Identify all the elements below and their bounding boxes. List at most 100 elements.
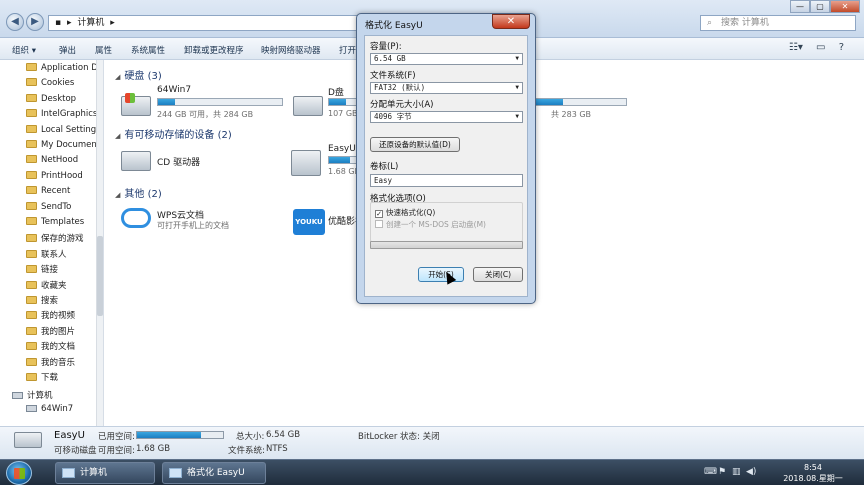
view-icon[interactable]: ☷▾	[789, 42, 803, 53]
network-icon[interactable]: ▥	[732, 467, 741, 477]
system-drive-icon[interactable]	[121, 93, 151, 116]
fs-label: 文件系统(F)	[370, 71, 416, 81]
minimize-button[interactable]: —	[790, 0, 810, 13]
address-field[interactable]: ▪ ▸ 计算机 ▸	[48, 15, 358, 31]
alloc-label: 分配单元大小(A)	[370, 100, 434, 110]
search-input[interactable]: ⌕ 搜索 计算机	[700, 15, 856, 31]
sidebar-item[interactable]: 链接	[26, 263, 58, 277]
sidebar-item[interactable]: 我的文档	[26, 340, 75, 354]
organize-menu[interactable]: 组织 ▾	[12, 44, 36, 56]
drive-icon[interactable]	[293, 96, 323, 116]
folder-icon	[26, 296, 37, 304]
details-type: 可移动磁盘	[54, 446, 97, 456]
folder-icon	[26, 373, 37, 381]
close-dialog-button[interactable]: 关闭(C)	[473, 267, 523, 282]
sidebar-item[interactable]: Recent	[26, 186, 70, 200]
sidebar-item[interactable]: Desktop	[26, 94, 76, 108]
fs-select[interactable]: FAT32 (默认) ▼	[370, 82, 523, 94]
youku-logo-icon[interactable]: YOUKU	[293, 209, 325, 235]
folder-icon	[26, 311, 37, 319]
fs-value: NTFS	[266, 444, 288, 454]
task-computer[interactable]: 计算机	[55, 462, 155, 484]
drive-name[interactable]: CD 驱动器	[157, 155, 200, 168]
folder-icon	[26, 63, 37, 71]
cd-drive-icon[interactable]	[121, 151, 151, 171]
sidebar-item[interactable]: SendTo	[26, 202, 71, 216]
sidebar-item[interactable]: 保存的游戏	[26, 232, 84, 246]
details-usage-bar	[136, 431, 224, 439]
sidebar-item[interactable]: 搜索	[26, 294, 58, 308]
open-button[interactable]: 打开	[339, 44, 356, 56]
usb-drive-icon	[169, 468, 182, 478]
sidebar-item[interactable]: My Document	[26, 140, 100, 154]
msdos-checkbox: 创建一个 MS-DOS 启动盘(M)	[375, 219, 486, 230]
drive-usage-bar	[328, 156, 358, 164]
system-properties-button[interactable]: 系统属性	[131, 44, 165, 56]
quick-format-checkbox[interactable]: ✓ 快速格式化(Q)	[375, 207, 435, 218]
sidebar-item[interactable]: 我的音乐	[26, 356, 75, 370]
sidebar-item-drive[interactable]: 64Win7	[26, 404, 73, 418]
drive-usage-bar	[328, 98, 358, 106]
volume-icon[interactable]: ◀)	[746, 467, 756, 477]
folder-icon	[26, 94, 37, 102]
computer-icon	[12, 392, 23, 399]
alloc-select[interactable]: 4096 字节 ▼	[370, 111, 523, 123]
start-format-button[interactable]: 开始(S)	[418, 267, 464, 282]
breadcrumb-computer[interactable]: 计算机	[77, 18, 104, 28]
drive-info: 244 GB 可用，共 284 GB	[157, 110, 254, 119]
volume-input[interactable]: Easy	[370, 174, 523, 187]
sidebar-item[interactable]: 下载	[26, 371, 58, 385]
usb-drive-icon[interactable]	[291, 150, 321, 176]
drive-name[interactable]: D盘	[328, 85, 344, 98]
collapse-icon: ◢	[115, 73, 121, 81]
sidebar-item-computer[interactable]: 计算机	[12, 389, 53, 403]
search-icon: ⌕	[707, 18, 713, 28]
total-value: 6.54 GB	[266, 430, 301, 440]
drive-name[interactable]: 64Win7	[157, 85, 191, 95]
forward-button[interactable]: ▶	[26, 13, 44, 31]
eject-button[interactable]: 弹出	[59, 44, 76, 56]
task-format[interactable]: 格式化 EasyU	[162, 462, 266, 484]
dialog-body: 容量(P): 6.54 GB ▼ 文件系统(F) FAT32 (默认) ▼ 分配单元…	[364, 35, 528, 297]
close-button[interactable]: ✕	[830, 0, 860, 13]
restore-defaults-button[interactable]: 还原设备的默认值(D)	[370, 137, 460, 152]
capacity-select[interactable]: 6.54 GB ▼	[370, 53, 523, 65]
sidebar-item[interactable]: PrintHood	[26, 171, 83, 185]
sidebar-item[interactable]: Local Settings	[26, 125, 101, 139]
clock[interactable]: 8:54 2018.08.星期一	[776, 462, 850, 484]
drive-name[interactable]: EasyU	[328, 144, 356, 154]
sidebar-item[interactable]: 联系人	[26, 248, 67, 262]
sidebar-item[interactable]: Templates	[26, 217, 84, 231]
uninstall-button[interactable]: 卸载或更改程序	[184, 44, 244, 56]
used-label: 已用空间:	[98, 432, 135, 442]
sidebar-item[interactable]: Application D	[26, 63, 98, 77]
dialog-close-button[interactable]: ✕	[492, 14, 530, 29]
help-icon[interactable]: ?	[839, 42, 844, 53]
sidebar-item[interactable]: 我的视频	[26, 309, 75, 323]
sidebar-item[interactable]: 收藏夹	[26, 279, 67, 293]
maximize-button[interactable]: ▢	[810, 0, 830, 13]
properties-button[interactable]: 属性	[95, 44, 112, 56]
details-name: EasyU	[54, 430, 85, 441]
sidebar-item[interactable]: NetHood	[26, 155, 78, 169]
flag-icon[interactable]: ⚑	[718, 467, 726, 477]
sidebar-item[interactable]: IntelGraphicsI	[26, 109, 100, 123]
back-button[interactable]: ◀	[6, 13, 24, 31]
pane-icon[interactable]: ▭	[816, 42, 825, 53]
system-tray: ⌨ ⚑ ▥ ◀) 8:54 2018.08.星期一	[704, 460, 864, 485]
section-other[interactable]: ◢ 其他 (2)	[115, 185, 162, 200]
dialog-title: 格式化 EasyU	[365, 21, 423, 31]
map-drive-button[interactable]: 映射网络驱动器	[261, 44, 321, 56]
folder-icon	[26, 125, 37, 133]
section-hard-disks[interactable]: ◢ 硬盘 (3)	[115, 67, 162, 82]
cloud-icon[interactable]	[121, 208, 151, 228]
sidebar-item[interactable]: Cookies	[26, 78, 74, 92]
section-removable[interactable]: ◢ 有可移动存储的设备 (2)	[115, 126, 232, 141]
folder-icon	[26, 140, 37, 148]
keyboard-icon[interactable]: ⌨	[704, 467, 717, 477]
sidebar-item[interactable]: 我的图片	[26, 325, 75, 339]
sidebar-scroll-thumb[interactable]	[97, 236, 103, 316]
start-button[interactable]	[6, 461, 32, 485]
checkmark-icon: ✓	[375, 210, 383, 218]
folder-icon	[26, 342, 37, 350]
